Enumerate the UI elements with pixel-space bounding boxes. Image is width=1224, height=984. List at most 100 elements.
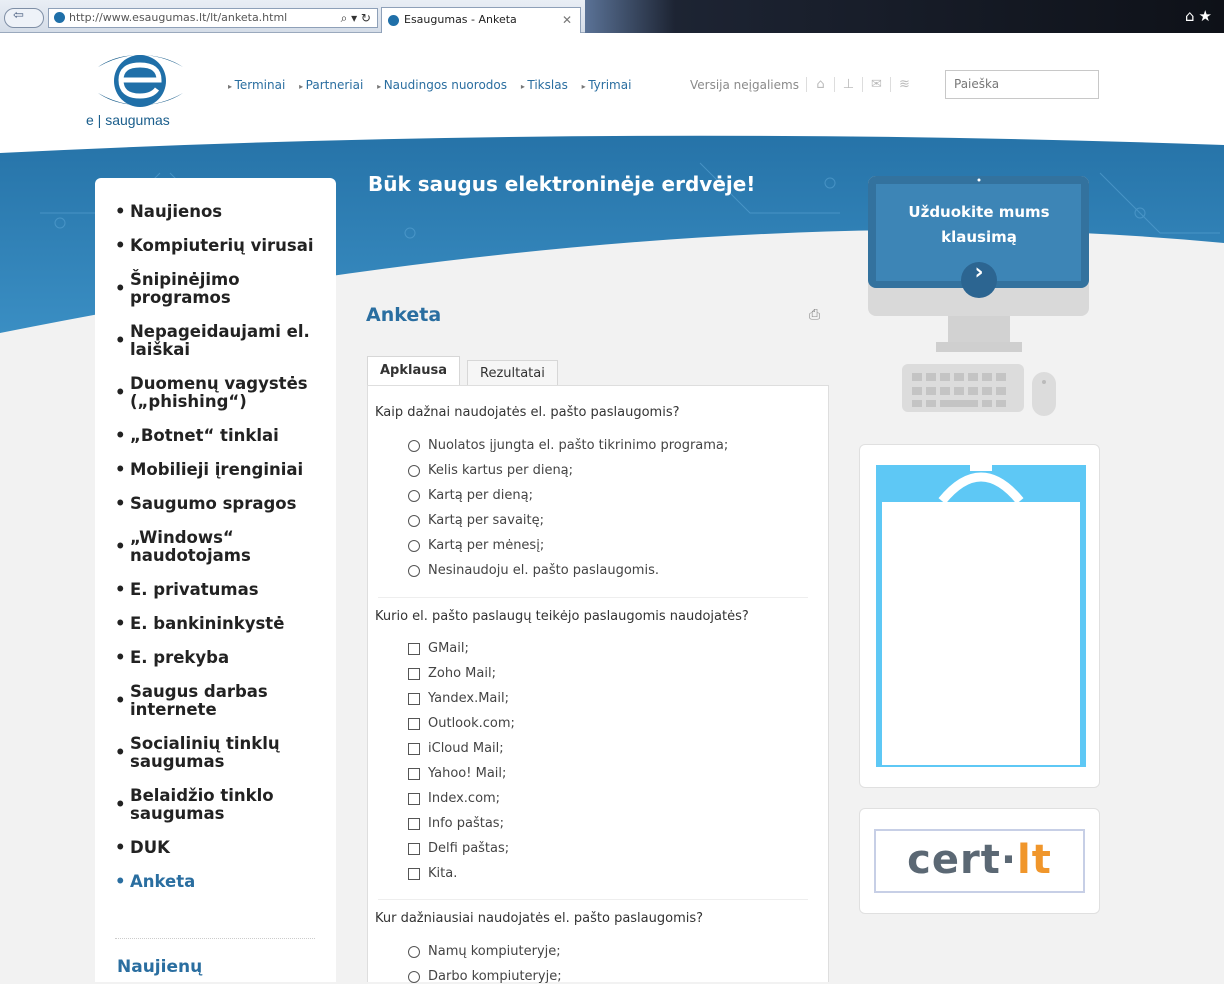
favorites-star-icon[interactable]: ★ (1199, 7, 1216, 25)
radio-option[interactable]: Kelis kartus per dieną; (408, 463, 573, 478)
rss-icon[interactable]: ≋ (890, 77, 918, 92)
sidebar-item-socialiniu-tinklu[interactable]: Socialinių tinklų saugumas (115, 735, 320, 771)
search-input[interactable]: Paieška (945, 70, 1099, 99)
nav-link-nuorodos[interactable]: Naudingos nuorodos (377, 78, 507, 92)
checkbox[interactable] (408, 843, 420, 855)
alarm-clock-widget[interactable] (859, 444, 1100, 788)
top-nav: Terminai Partneriai Naudingos nuorodos T… (228, 78, 641, 92)
radio-button[interactable] (408, 440, 420, 452)
checkbox-option[interactable]: Yahoo! Mail; (408, 766, 506, 781)
radio-button[interactable] (408, 565, 420, 577)
checkbox[interactable] (408, 743, 420, 755)
address-bar[interactable]: http://www.esaugumas.lt/lt/anketa.html ⌕… (48, 8, 378, 28)
sidebar-item-belaidzio[interactable]: Belaidžio tinklo saugumas (115, 787, 320, 823)
sidebar-item-privatumas[interactable]: E. privatumas (115, 581, 320, 600)
browser-toolbar-icons[interactable]: ⌂★ (1185, 7, 1216, 25)
logo-text: e | saugumas (86, 112, 170, 128)
nav-link-tyrimai[interactable]: Tyrimai (582, 78, 632, 92)
address-url: http://www.esaugumas.lt/lt/anketa.html (69, 11, 288, 24)
ask-question-widget[interactable]: Užduokite mums klausimą › (868, 176, 1090, 416)
tab-favicon-icon (388, 15, 399, 26)
radio-button[interactable] (408, 540, 420, 552)
browser-chrome: ⇦ http://www.esaugumas.lt/lt/anketa.html… (0, 0, 1224, 33)
checkbox-option[interactable]: Delfi paštas; (408, 841, 509, 856)
nav-link-terminai[interactable]: Terminai (228, 78, 285, 92)
checkbox[interactable] (408, 668, 420, 680)
radio-option[interactable]: Kartą per savaitę; (408, 513, 544, 528)
sidebar: Naujienos Kompiuterių virusai Šnipinėjim… (95, 178, 336, 982)
radio-button[interactable] (408, 490, 420, 502)
back-button[interactable]: ⇦ (4, 8, 44, 28)
question-2: Kurio el. pašto paslaugų teikėjo paslaug… (375, 609, 749, 624)
sidebar-item-phishing[interactable]: Duomenų vagystės („phishing“) (115, 375, 320, 411)
checkbox[interactable] (408, 768, 420, 780)
sidebar-item-anketa[interactable]: Anketa (115, 873, 320, 892)
sidebar-item-mobilieji[interactable]: Mobilieji įrenginiai (115, 461, 320, 480)
checkbox-option[interactable]: iCloud Mail; (408, 741, 504, 756)
nav-link-tikslas[interactable]: Tikslas (521, 78, 568, 92)
nav-link-partneriai[interactable]: Partneriai (299, 78, 363, 92)
radio-button[interactable] (408, 465, 420, 477)
checkbox-option[interactable]: Zoho Mail; (408, 666, 496, 681)
mail-icon[interactable]: ✉ (862, 77, 890, 92)
cert-lt-logo[interactable]: cert·lt (874, 829, 1085, 893)
radio-option[interactable]: Kartą per dieną; (408, 488, 533, 503)
sidebar-item-spragos[interactable]: Saugumo spragos (115, 495, 320, 514)
browser-titlebar (585, 0, 1224, 33)
sidebar-news-heading: Naujienų (117, 957, 203, 977)
checkbox[interactable] (408, 793, 420, 805)
radio-option[interactable]: Namų kompiuteryje; (408, 944, 561, 959)
sidebar-item-duk[interactable]: DUK (115, 839, 320, 858)
sidebar-item-saugus-darbas[interactable]: Saugus darbas internete (115, 683, 320, 719)
banner-slogan: Būk saugus elektroninėje erdvėje! (368, 172, 756, 196)
sidebar-item-botnet[interactable]: „Botnet“ tinklai (115, 427, 320, 446)
radio-option[interactable]: Nesinaudoju el. pašto paslaugomis. (408, 563, 659, 578)
tab-close-icon[interactable]: ✕ (562, 8, 572, 32)
ask-line-2: klausimą (941, 228, 1017, 246)
checkbox[interactable] (408, 643, 420, 655)
browser-tab[interactable]: Esaugumas - Anketa ✕ (381, 7, 581, 33)
chevron-right-icon[interactable]: › (868, 260, 1090, 285)
survey-form: Kaip dažnai naudojatės el. pašto paslaug… (367, 385, 829, 984)
cert-lt-widget[interactable]: cert·lt (859, 808, 1100, 914)
radio-button[interactable] (408, 515, 420, 527)
radio-button[interactable] (408, 946, 420, 958)
ask-line-1: Užduokite mums (908, 203, 1050, 221)
checkbox[interactable] (408, 818, 420, 830)
tab-rezultatai[interactable]: Rezultatai (467, 360, 558, 387)
search-refresh-icon[interactable]: ⌕ ▾ ↻ (341, 9, 371, 27)
checkbox[interactable] (408, 718, 420, 730)
question-3: Kur dažniausiai naudojatės el. pašto pas… (375, 911, 704, 926)
checkbox-option[interactable]: Kita. (408, 866, 457, 881)
accessible-version-link[interactable]: Versija neįgaliems (690, 78, 799, 92)
question-divider (378, 597, 808, 598)
tab-title: Esaugumas - Anketa (404, 13, 517, 26)
checkbox-option[interactable]: Info paštas; (408, 816, 504, 831)
tab-apklausa[interactable]: Apklausa (367, 356, 461, 387)
sidebar-item-snipinejimo[interactable]: Šnipinėjimo programos (115, 271, 320, 307)
sidebar-item-prekyba[interactable]: E. prekyba (115, 649, 320, 668)
checkbox[interactable] (408, 693, 420, 705)
sidebar-item-windows[interactable]: „Windows“ naudotojams (115, 529, 320, 565)
sidebar-item-bankininkyste[interactable]: E. bankininkystė (115, 615, 320, 634)
alarm-clock-illustration (876, 465, 1086, 767)
radio-option[interactable]: Nuolatos įjungta el. pašto tikrinimo pro… (408, 438, 728, 453)
checkbox-option[interactable]: Index.com; (408, 791, 500, 806)
sitemap-icon[interactable]: ⊥ (834, 77, 862, 92)
radio-button[interactable] (408, 971, 420, 983)
print-icon[interactable]: ⎙ (809, 307, 820, 323)
sidebar-item-naujienos[interactable]: Naujienos (115, 203, 320, 222)
back-arrow-icon: ⇦ (13, 8, 24, 23)
sidebar-divider (115, 938, 315, 939)
checkbox-option[interactable]: GMail; (408, 641, 469, 656)
radio-option[interactable]: Kartą per mėnesį; (408, 538, 544, 553)
sidebar-item-virusai[interactable]: Kompiuterių virusai (115, 237, 320, 256)
utility-icons: ⌂ ⊥ ✉ ≋ (806, 77, 918, 92)
checkbox-option[interactable]: Outlook.com; (408, 716, 515, 731)
checkbox-option[interactable]: Yandex.Mail; (408, 691, 509, 706)
checkbox[interactable] (408, 868, 420, 880)
home-icon[interactable]: ⌂ (1185, 7, 1199, 25)
sidebar-item-nepageidaujami[interactable]: Nepageidaujami el. laiškai (115, 323, 320, 359)
question-1: Kaip dažnai naudojatės el. pašto paslaug… (375, 405, 680, 420)
home-icon[interactable]: ⌂ (806, 77, 834, 92)
